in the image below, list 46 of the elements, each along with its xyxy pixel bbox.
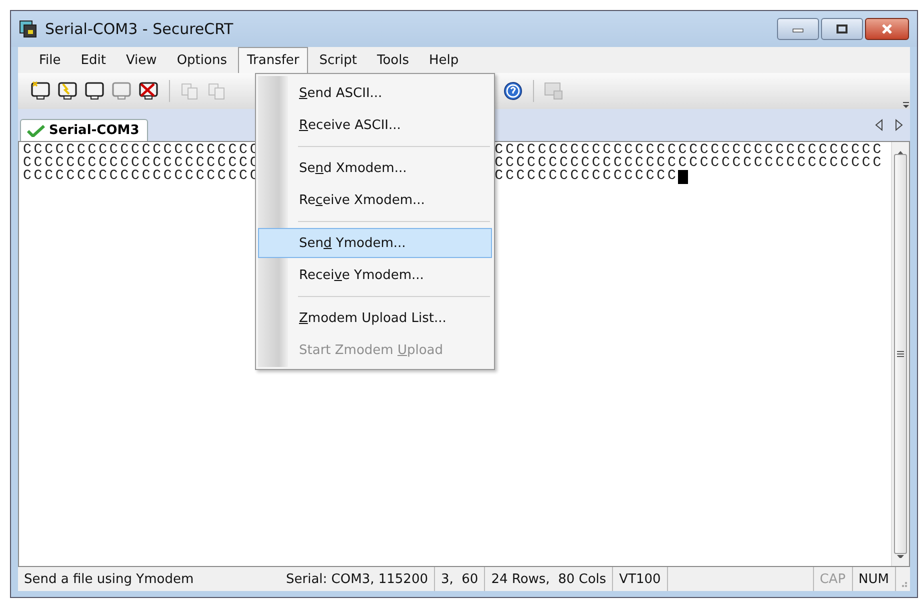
menu-item[interactable]: Receive Ymodem... <box>258 260 492 290</box>
terminal-folder-icon[interactable] <box>84 81 106 101</box>
menu-item[interactable]: File <box>30 47 70 73</box>
close-button[interactable] <box>865 18 909 40</box>
menu-item[interactable]: Receive Xmodem... <box>258 185 492 215</box>
maximize-button[interactable] <box>821 18 863 40</box>
menu-item[interactable]: Options <box>168 47 236 73</box>
status-pane: 24 Rows, 80 Cols <box>485 567 614 591</box>
close-icon <box>880 24 894 34</box>
terminal-text: CCCCCCCCCCCCCCCCCCCCCCCCCCCCCCCCCCCC <box>494 144 884 157</box>
tab-scroll-left-icon[interactable] <box>874 119 884 131</box>
help-icon[interactable] <box>502 81 524 101</box>
menu-item[interactable]: Zmodem Upload List... <box>258 303 492 333</box>
menu-item[interactable]: View <box>116 47 166 73</box>
session-tab[interactable]: Serial-COM3 <box>20 119 148 141</box>
menu-item[interactable]: Edit <box>72 47 115 73</box>
menu-item[interactable]: Send Xmodem... <box>258 153 492 183</box>
menu-item[interactable]: Script <box>310 47 366 73</box>
tab-label: Serial-COM3 <box>49 123 140 138</box>
new-session-icon[interactable] <box>30 81 52 101</box>
status-pane: VT100 <box>613 567 668 591</box>
disconnect-icon[interactable] <box>138 81 160 101</box>
menu-item[interactable]: Transfer <box>238 47 308 73</box>
terminal-text: CCCCCCCCCCCCCCCCCCCCCC <box>23 157 261 170</box>
app-icon <box>19 20 37 38</box>
menu-item[interactable]: Tools <box>368 47 418 73</box>
menu-item[interactable]: Send Ymodem... <box>258 228 492 258</box>
menu-item[interactable]: Help <box>420 47 468 73</box>
status-pane: Serial: COM3, 115200 <box>280 567 435 591</box>
terminal-text: CCCCCCCCCCCCCCCCCCCCCC <box>23 144 261 157</box>
toolbar-overflow-icon[interactable] <box>902 101 910 109</box>
status-message: Send a file using Ymodem <box>23 570 195 588</box>
terminal-text: CCCCCCCCCCCCCCCCC <box>494 170 678 183</box>
status-indicator: CAP <box>814 567 853 591</box>
terminal-text: CCCCCCCCCCCCCCCCCCCCCCCCCCCCCCCCCCCC <box>494 157 884 170</box>
menu-item[interactable]: Receive ASCII... <box>258 110 492 140</box>
window-title: Serial-COM3 - SecureCRT <box>45 20 234 38</box>
terminal-text: CCCCCCCCCCCCCCCCCCCCCC <box>23 170 261 183</box>
maximize-icon <box>836 24 848 34</box>
status-pane: 3, 60 <box>434 567 486 591</box>
status-indicator: NUM <box>852 567 896 591</box>
lightning-terminal-icon[interactable] <box>57 81 79 101</box>
vertical-scrollbar[interactable] <box>891 142 909 566</box>
scrollbar-thumb[interactable] <box>894 154 907 554</box>
grip-lines-icon <box>897 351 904 357</box>
tab-scroll-right-icon[interactable] <box>894 119 904 131</box>
